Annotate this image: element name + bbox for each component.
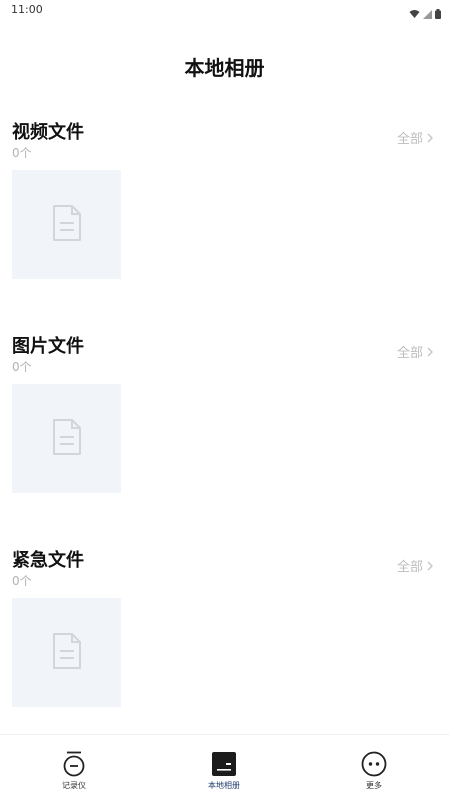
tab-recorder[interactable]: 记录仪 <box>14 735 134 800</box>
video-thumbnail-placeholder[interactable] <box>12 170 121 279</box>
view-all-label: 全部 <box>396 346 423 361</box>
section-title: 视频文件 <box>12 122 84 143</box>
wifi-icon <box>409 4 420 23</box>
chevron-right-icon <box>427 128 433 147</box>
recorder-icon <box>61 751 87 777</box>
view-all-emergency-link[interactable]: 全部 <box>397 556 433 575</box>
document-icon <box>52 418 82 459</box>
bottom-tab-bar: 记录仪 本地相册 更多 <box>0 734 449 800</box>
section-title: 图片文件 <box>12 336 84 357</box>
view-all-videos-link[interactable]: 全部 <box>397 128 433 147</box>
status-bar: 11:00 <box>0 0 449 22</box>
album-icon <box>211 751 237 777</box>
signal-icon <box>423 4 432 23</box>
section-count: 0个 <box>12 574 32 588</box>
document-icon <box>52 204 82 245</box>
tab-label: 更多 <box>366 781 382 790</box>
section-title: 紧急文件 <box>12 550 84 571</box>
battery-icon <box>435 4 441 23</box>
section-count: 0个 <box>12 146 32 160</box>
tab-label: 记录仪 <box>62 781 86 790</box>
chevron-right-icon <box>427 342 433 361</box>
section-count: 0个 <box>12 360 32 374</box>
document-icon <box>52 632 82 673</box>
status-time: 11:00 <box>11 3 43 16</box>
status-icons <box>409 4 441 23</box>
view-all-label: 全部 <box>396 132 423 147</box>
page-title: 本地相册 <box>184 56 265 80</box>
tab-more[interactable]: 更多 <box>314 735 434 800</box>
emergency-thumbnail-placeholder[interactable] <box>12 598 121 707</box>
more-icon <box>361 751 387 777</box>
image-files-section: 图片文件 0个 全部 <box>0 332 449 532</box>
view-all-images-link[interactable]: 全部 <box>397 342 433 361</box>
video-files-section: 视频文件 0个 全部 <box>0 118 449 318</box>
tab-label: 本地相册 <box>208 781 240 790</box>
image-thumbnail-placeholder[interactable] <box>12 384 121 493</box>
chevron-right-icon <box>427 556 433 575</box>
emergency-files-section: 紧急文件 0个 全部 <box>0 546 449 746</box>
tab-local-album[interactable]: 本地相册 <box>164 735 284 800</box>
view-all-label: 全部 <box>396 560 423 575</box>
